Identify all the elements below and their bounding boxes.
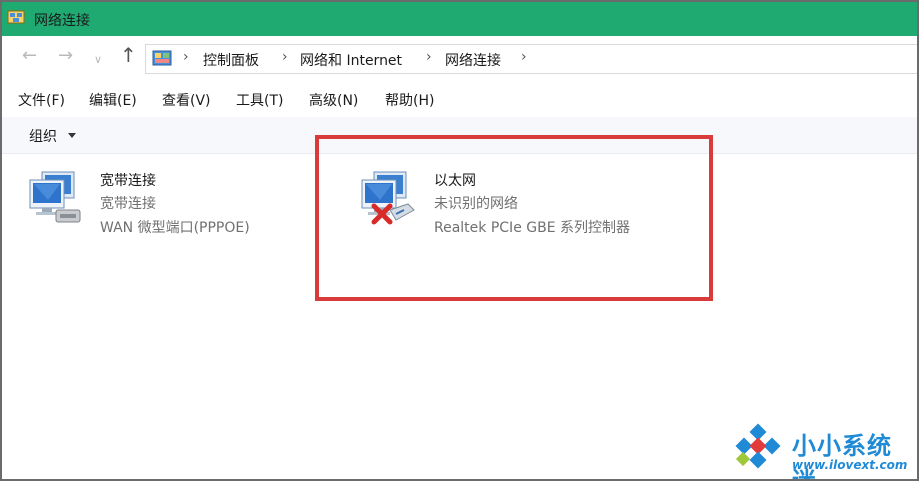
breadcrumb-separator: › <box>183 49 189 65</box>
recent-dropdown-icon[interactable]: ∨ <box>94 50 102 70</box>
menu-tools[interactable]: 工具(T) <box>236 90 283 110</box>
watermark: 小小系统迷 www.ilovext.com <box>730 422 915 481</box>
watermark-title: 小小系统迷 <box>792 432 892 481</box>
explorer-window: 网络连接 ← → ∨ ↑ › 控制面板 › 网络和 Internet › 网络连… <box>0 0 919 481</box>
title-bar[interactable]: 网络连接 <box>2 2 917 36</box>
watermark-logo-icon <box>735 423 781 469</box>
menu-advanced[interactable]: 高级(N) <box>309 90 358 110</box>
organize-button[interactable]: 组织 <box>29 126 57 146</box>
breadcrumb-network-internet[interactable]: 网络和 Internet <box>300 50 402 70</box>
breadcrumb-separator: › <box>282 49 288 65</box>
up-arrow-icon[interactable]: ↑ <box>120 45 137 65</box>
menu-help[interactable]: 帮助(H) <box>385 90 434 110</box>
network-connections-icon <box>7 10 25 24</box>
highlight-box <box>315 135 713 301</box>
menu-view[interactable]: 查看(V) <box>162 90 211 110</box>
network-adapter-icon <box>29 171 81 223</box>
back-arrow-icon[interactable]: ← <box>22 46 37 66</box>
control-panel-icon <box>152 50 172 66</box>
watermark-url: www.ilovext.com <box>792 458 908 472</box>
connection-device: WAN 微型端口(PPPOE) <box>100 220 250 236</box>
connection-status: 宽带连接 <box>100 196 156 212</box>
forward-arrow-icon[interactable]: → <box>58 46 73 66</box>
address-bar[interactable]: › 控制面板 › 网络和 Internet › 网络连接 › <box>145 44 917 74</box>
breadcrumb-separator: › <box>521 49 527 65</box>
menu-bar: 文件(F) 编辑(E) 查看(V) 工具(T) 高级(N) 帮助(H) <box>2 80 917 116</box>
breadcrumb-separator: › <box>426 49 432 65</box>
menu-edit[interactable]: 编辑(E) <box>89 90 137 110</box>
chevron-down-icon[interactable] <box>68 133 76 138</box>
navigation-bar: ← → ∨ ↑ › 控制面板 › 网络和 Internet › 网络连接 › <box>2 36 917 78</box>
breadcrumb-network-connections[interactable]: 网络连接 <box>445 50 501 70</box>
breadcrumb-control-panel[interactable]: 控制面板 <box>203 50 259 70</box>
window-title: 网络连接 <box>34 13 90 29</box>
connection-item-broadband[interactable]: 宽带连接 宽带连接 WAN 微型端口(PPPOE) <box>28 170 288 240</box>
menu-file[interactable]: 文件(F) <box>18 90 65 110</box>
connection-name: 宽带连接 <box>100 173 156 189</box>
